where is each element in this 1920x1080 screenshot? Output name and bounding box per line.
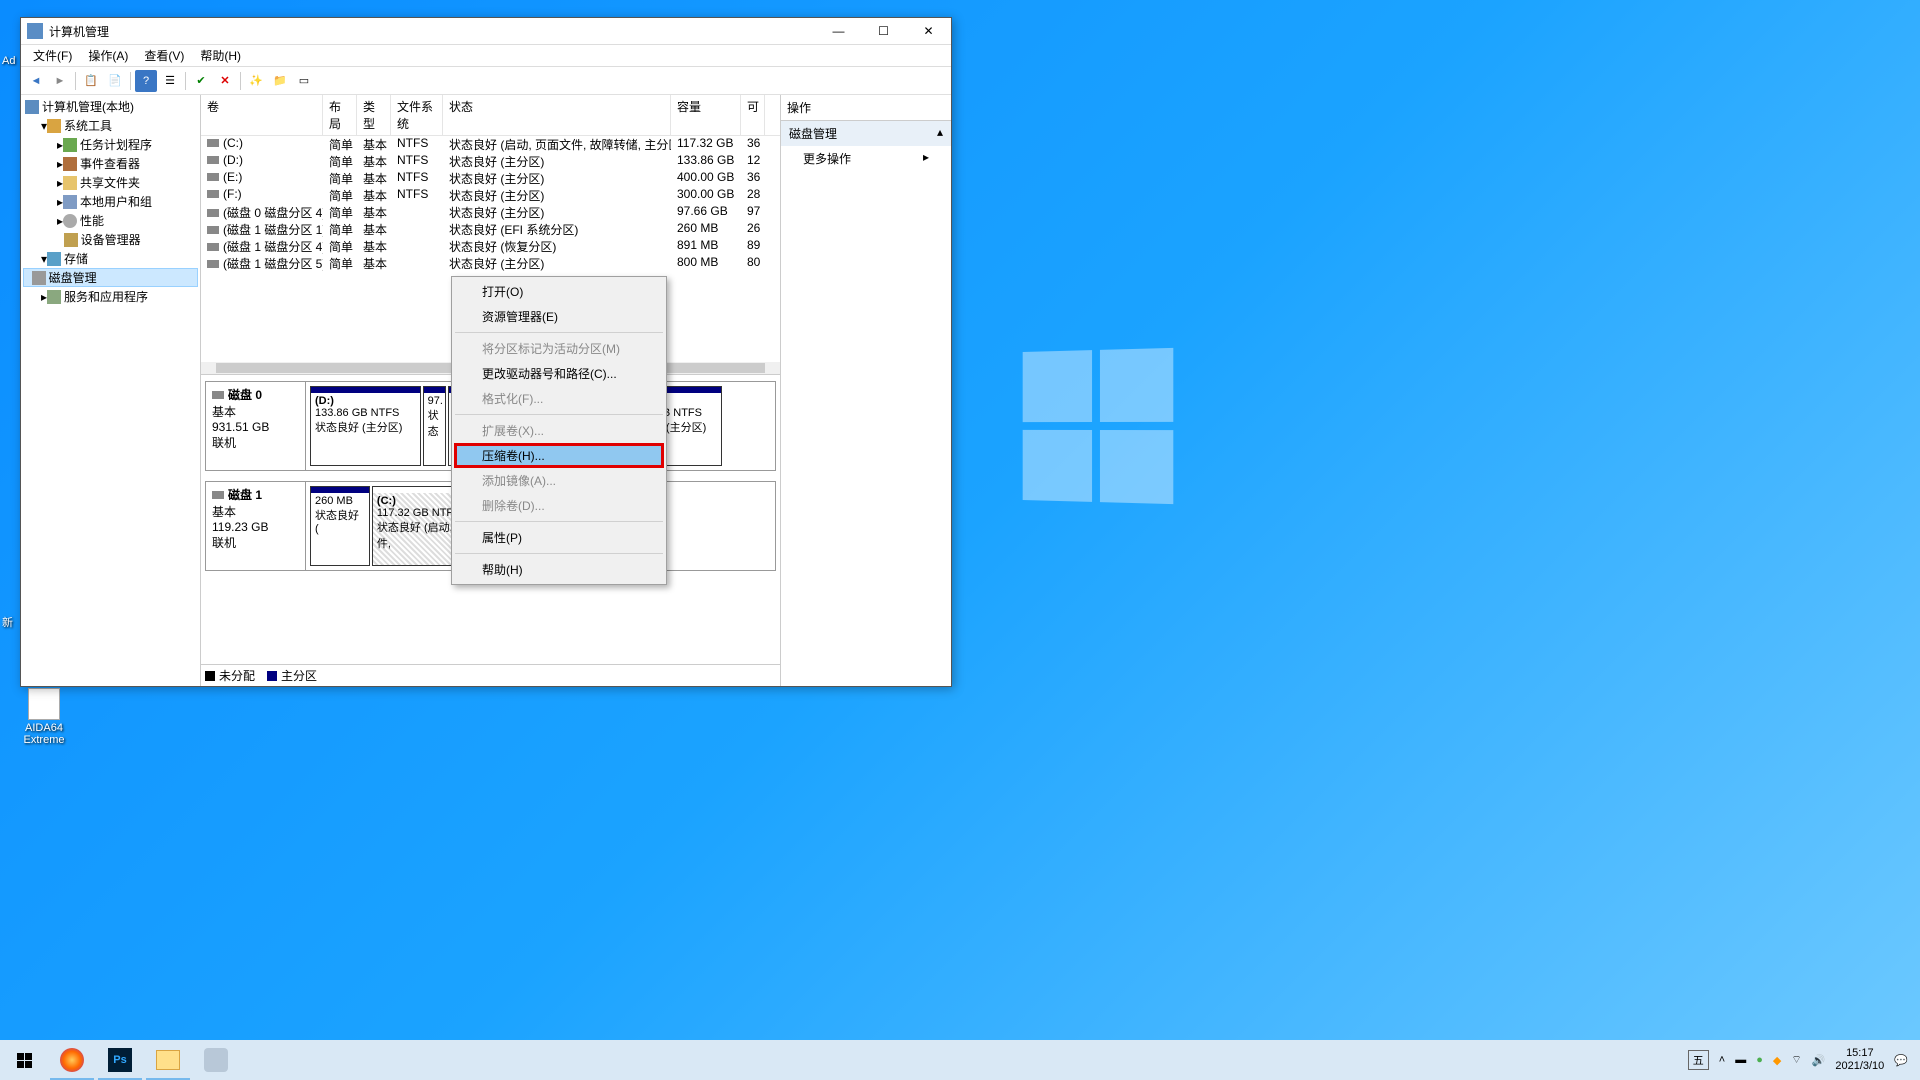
- view-icon[interactable]: ▭: [293, 70, 315, 92]
- context-menu-item[interactable]: 帮助(H): [454, 557, 664, 582]
- volume-row[interactable]: (C:)简单基本NTFS状态良好 (启动, 页面文件, 故障转储, 主分区)11…: [201, 136, 780, 153]
- collapse-icon: ▴: [937, 125, 943, 142]
- tray-wifi-icon[interactable]: ⌔: [1791, 1053, 1801, 1067]
- context-menu-item: 删除卷(D)...: [454, 493, 664, 518]
- context-menu-item: 添加镜像(A)...: [454, 468, 664, 493]
- taskbar-firefox-icon[interactable]: [48, 1040, 96, 1080]
- menu-file[interactable]: 文件(F): [25, 45, 80, 66]
- legend-unallocated-label: 未分配: [219, 667, 255, 684]
- refresh-icon[interactable]: 📋: [80, 70, 102, 92]
- volume-row[interactable]: (D:)简单基本NTFS状态良好 (主分区)133.86 GB12: [201, 153, 780, 170]
- context-menu-item[interactable]: 资源管理器(E): [454, 304, 664, 329]
- context-menu-item[interactable]: 更改驱动器号和路径(C)...: [454, 361, 664, 386]
- menubar: 文件(F) 操作(A) 查看(V) 帮助(H): [21, 45, 951, 67]
- context-menu: 打开(O)资源管理器(E) 将分区标记为活动分区(M)更改驱动器号和路径(C)..…: [451, 276, 667, 585]
- app-icon: [27, 23, 43, 39]
- desktop-label-partial-top: Ad: [2, 55, 15, 67]
- check-icon[interactable]: ✔: [190, 70, 212, 92]
- window-title: 计算机管理: [49, 23, 816, 40]
- list-icon[interactable]: ☰: [159, 70, 181, 92]
- legend-primary-label: 主分区: [281, 667, 317, 684]
- tree-local-users[interactable]: ▸ 本地用户和组: [23, 192, 198, 211]
- taskbar-app-icon[interactable]: [192, 1040, 240, 1080]
- tree-services[interactable]: ▸ 服务和应用程序: [23, 287, 198, 306]
- actions-more[interactable]: 更多操作▸: [781, 146, 951, 171]
- chevron-right-icon: ▸: [923, 150, 929, 167]
- tree-shared-folders[interactable]: ▸ 共享文件夹: [23, 173, 198, 192]
- tray-notifications-icon[interactable]: 💬: [1894, 1054, 1908, 1067]
- navigation-tree: 计算机管理(本地) ▾ 系统工具 ▸ 任务计划程序 ▸ 事件查看器 ▸ 共享文件…: [21, 95, 201, 686]
- back-button[interactable]: ◄: [25, 70, 47, 92]
- legend-unallocated-swatch: [205, 671, 215, 681]
- tree-device-manager[interactable]: 设备管理器: [23, 230, 198, 249]
- disk-1-info[interactable]: 磁盘 1 基本 119.23 GB 联机: [206, 482, 306, 570]
- taskbar: Ps 五 ˄ ▬ ● ◆ ⌔ 🔊 15:17 2021/3/10 💬: [0, 1040, 1920, 1080]
- taskbar-photoshop-icon[interactable]: Ps: [96, 1040, 144, 1080]
- new-icon[interactable]: ✨: [245, 70, 267, 92]
- context-menu-item: 将分区标记为活动分区(M): [454, 336, 664, 361]
- actions-header: 操作: [781, 95, 951, 121]
- menu-view[interactable]: 查看(V): [136, 45, 192, 66]
- close-button[interactable]: ✕: [906, 18, 951, 44]
- partition[interactable]: 97.状态: [423, 386, 446, 466]
- volume-row[interactable]: (E:)简单基本NTFS状态良好 (主分区)400.00 GB36: [201, 170, 780, 187]
- context-menu-item[interactable]: 压缩卷(H)...: [454, 443, 664, 468]
- tree-storage[interactable]: ▾ 存储: [23, 249, 198, 268]
- tree-system-tools[interactable]: ▾ 系统工具: [23, 116, 198, 135]
- tray-chevron-icon[interactable]: ˄: [1719, 1054, 1725, 1066]
- context-menu-item[interactable]: 属性(P): [454, 525, 664, 550]
- volume-row[interactable]: (磁盘 1 磁盘分区 1)简单基本状态良好 (EFI 系统分区)260 MB26: [201, 221, 780, 238]
- tree-task-scheduler[interactable]: ▸ 任务计划程序: [23, 135, 198, 154]
- titlebar: 计算机管理 — ☐ ✕: [21, 18, 951, 45]
- start-button[interactable]: [0, 1040, 48, 1080]
- volume-row[interactable]: (磁盘 1 磁盘分区 4)简单基本状态良好 (恢复分区)891 MB89: [201, 238, 780, 255]
- tray-volume-icon[interactable]: 🔊: [1812, 1054, 1826, 1067]
- taskbar-explorer-icon[interactable]: [144, 1040, 192, 1080]
- menu-help[interactable]: 帮助(H): [192, 45, 249, 66]
- minimize-button[interactable]: —: [816, 18, 861, 44]
- delete-icon[interactable]: ✕: [214, 70, 236, 92]
- context-menu-item[interactable]: 打开(O): [454, 279, 664, 304]
- tree-disk-management[interactable]: 磁盘管理: [23, 268, 198, 287]
- partition[interactable]: 260 MB状态良好 (: [310, 486, 370, 566]
- volume-row[interactable]: (磁盘 1 磁盘分区 5)简单基本状态良好 (主分区)800 MB80: [201, 255, 780, 272]
- context-menu-item: 扩展卷(X)...: [454, 418, 664, 443]
- tray-clock[interactable]: 15:17 2021/3/10: [1835, 1047, 1884, 1073]
- tray-security-icon[interactable]: ◆: [1773, 1054, 1781, 1067]
- menu-action[interactable]: 操作(A): [80, 45, 136, 66]
- desktop-label-partial-bottom: 新: [2, 614, 13, 630]
- properties-icon[interactable]: 📄: [104, 70, 126, 92]
- col-layout[interactable]: 布局: [323, 95, 357, 135]
- folder-icon[interactable]: 📁: [269, 70, 291, 92]
- col-capacity[interactable]: 容量: [671, 95, 741, 135]
- volume-table-header: 卷 布局 类型 文件系统 状态 容量 可: [201, 95, 780, 136]
- ime-indicator[interactable]: 五: [1688, 1050, 1709, 1070]
- actions-disk-mgmt[interactable]: 磁盘管理▴: [781, 121, 951, 146]
- forward-button[interactable]: ►: [49, 70, 71, 92]
- col-status[interactable]: 状态: [443, 95, 671, 135]
- toolbar: ◄ ► 📋 📄 ? ☰ ✔ ✕ ✨ 📁 ▭: [21, 67, 951, 95]
- desktop-icon-aida64[interactable]: AIDA64 Extreme: [14, 688, 74, 746]
- tray-battery-icon[interactable]: ▬: [1735, 1054, 1746, 1066]
- help-icon[interactable]: ?: [135, 70, 157, 92]
- system-tray: 五 ˄ ▬ ● ◆ ⌔ 🔊 15:17 2021/3/10 💬: [1688, 1047, 1920, 1073]
- actions-panel: 操作 磁盘管理▴ 更多操作▸: [781, 95, 951, 686]
- legend: 未分配 主分区: [201, 664, 780, 686]
- col-free[interactable]: 可: [741, 95, 765, 135]
- col-type[interactable]: 类型: [357, 95, 391, 135]
- context-menu-item: 格式化(F)...: [454, 386, 664, 411]
- tree-performance[interactable]: ▸ 性能: [23, 211, 198, 230]
- col-volume[interactable]: 卷: [201, 95, 323, 135]
- tray-cloud-icon[interactable]: ●: [1756, 1054, 1763, 1066]
- legend-primary-swatch: [267, 671, 277, 681]
- tree-root[interactable]: 计算机管理(本地): [23, 97, 198, 116]
- volume-row[interactable]: (磁盘 0 磁盘分区 4)简单基本状态良好 (主分区)97.66 GB97: [201, 204, 780, 221]
- disk-0-info[interactable]: 磁盘 0 基本 931.51 GB 联机: [206, 382, 306, 470]
- partition[interactable]: (D:)133.86 GB NTFS状态良好 (主分区): [310, 386, 421, 466]
- col-filesystem[interactable]: 文件系统: [391, 95, 443, 135]
- tree-event-viewer[interactable]: ▸ 事件查看器: [23, 154, 198, 173]
- wallpaper-windows-logo: [1023, 348, 1174, 504]
- maximize-button[interactable]: ☐: [861, 18, 906, 44]
- volume-row[interactable]: (F:)简单基本NTFS状态良好 (主分区)300.00 GB28: [201, 187, 780, 204]
